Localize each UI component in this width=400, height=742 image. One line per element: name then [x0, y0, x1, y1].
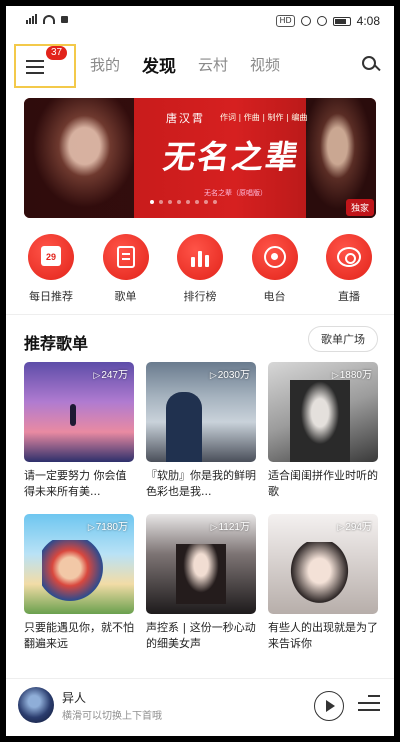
now-playing-title: 异人	[62, 691, 87, 705]
banner-title: 无名之辈	[161, 138, 303, 176]
playlist-card[interactable]: 247万 请一定要努力 你会值得未来所有美...	[24, 362, 134, 500]
tab-video[interactable]: 视频	[250, 54, 280, 77]
radio-icon	[263, 246, 286, 268]
entry-playlist[interactable]: 歌单	[89, 234, 163, 304]
entry-label: 直播	[338, 290, 360, 303]
play-count: 247万	[93, 366, 128, 381]
entry-label: 歌单	[114, 290, 137, 303]
tab-mine[interactable]: 我的	[90, 54, 120, 77]
tab-cloud-village[interactable]: 云村	[198, 54, 228, 77]
album-art[interactable]	[18, 687, 54, 723]
play-count: 294万	[337, 518, 372, 533]
play-icon[interactable]	[314, 691, 344, 721]
exclusive-badge: 独家	[345, 199, 374, 216]
swipe-hint: 横滑可以切换上下首哦	[62, 711, 162, 722]
playlist-title: 只要能遇见你，就不怕翻遍来远	[24, 621, 134, 650]
playlist-card[interactable]: 7180万 只要能遇见你，就不怕翻遍来远	[24, 514, 134, 652]
calendar-icon: 29	[41, 246, 61, 266]
playlist-title: 声控系 | 这份一秒心动的细美女声	[146, 621, 256, 650]
divider	[6, 314, 394, 315]
clock: 4:08	[356, 14, 380, 28]
mini-player[interactable]: 异人 横滑可以切换上下首哦	[6, 678, 394, 736]
quick-entries: 29 每日推荐 歌单 排行榜 电台 直播	[14, 234, 386, 304]
playlist-icon	[116, 246, 135, 268]
silent-icon	[316, 16, 327, 26]
entry-label: 电台	[263, 290, 286, 303]
alarm-icon	[300, 16, 311, 26]
playlist-title: 有些人的出现就是为了来告诉你	[268, 621, 378, 650]
playlist-cover: 2030万	[146, 362, 256, 462]
banner-artist: 唐汉霄	[166, 112, 205, 125]
hamburger-icon	[26, 60, 44, 74]
play-count: 2030万	[210, 366, 250, 381]
playlist-cover: 7180万	[24, 514, 134, 614]
playlist-card[interactable]: 1121万 声控系 | 这份一秒心动的细美女声	[146, 514, 256, 652]
play-count: 7180万	[88, 518, 128, 533]
banner-artist-photo	[24, 98, 134, 218]
signal-icon	[26, 14, 37, 24]
status-bar: HD 4:08	[6, 6, 394, 36]
battery-icon	[332, 16, 351, 26]
playlist-cover: 247万	[24, 362, 134, 462]
playlist-queue-icon[interactable]	[358, 695, 380, 715]
entry-daily-recommend[interactable]: 29 每日推荐	[14, 234, 88, 304]
playlist-title: 请一定要努力 你会值得未来所有美...	[24, 469, 127, 498]
entry-label: 每日推荐	[29, 290, 73, 303]
entry-live[interactable]: 直播	[312, 234, 386, 304]
entry-charts[interactable]: 排行榜	[163, 234, 237, 304]
entry-radio[interactable]: 电台	[238, 234, 312, 304]
play-count: 1121万	[211, 518, 250, 533]
playlist-card[interactable]: 2030万 『软肋』你是我的鲜明色彩也是我...	[146, 362, 256, 500]
banner-credits: 作词 | 作曲 | 制作 | 编曲	[220, 113, 308, 122]
carousel-dots	[150, 200, 217, 204]
top-nav: 37 我的 发现 云村 视频	[6, 42, 394, 90]
entry-label: 排行榜	[183, 290, 217, 303]
playlist-card[interactable]: 294万 有些人的出现就是为了来告诉你	[268, 514, 378, 652]
live-icon	[337, 247, 361, 267]
playlist-title: 『软肋』你是我的鲜明色彩也是我...	[146, 469, 256, 498]
playlist-cover: 294万	[268, 514, 378, 614]
play-count: 1880万	[332, 366, 372, 381]
playlist-title: 适合闺闺拼作业时听的歌	[268, 469, 378, 498]
hd-badge: HD	[276, 15, 295, 27]
search-icon[interactable]	[362, 56, 381, 74]
banner-carousel[interactable]: 唐汉霄 作词 | 作曲 | 制作 | 编曲 无名之辈 无名之辈（原唱版） 独家	[24, 98, 376, 218]
tab-bar: 我的 发现 云村 视频	[90, 54, 280, 77]
section-title: 推荐歌单	[24, 334, 89, 353]
playlist-cover: 1121万	[146, 514, 256, 614]
app-screen: HD 4:08 37 我的 发现 云村 视频 唐汉霄 作词 | 作曲 | 制作 …	[6, 6, 394, 736]
notification-icon	[61, 15, 68, 23]
tab-discover[interactable]: 发现	[142, 52, 176, 77]
playlist-cover: 1880万	[268, 362, 378, 462]
playlist-card[interactable]: 1880万 适合闺闺拼作业时听的歌	[268, 362, 378, 500]
banner-caption: 无名之辈（原唱版）	[204, 189, 267, 197]
chart-bars-icon	[191, 247, 211, 267]
menu-button[interactable]: 37	[14, 44, 76, 88]
notification-badge: 37	[46, 46, 68, 60]
playlist-square-button[interactable]: 歌单广场	[308, 326, 378, 352]
wifi-icon	[43, 14, 55, 24]
